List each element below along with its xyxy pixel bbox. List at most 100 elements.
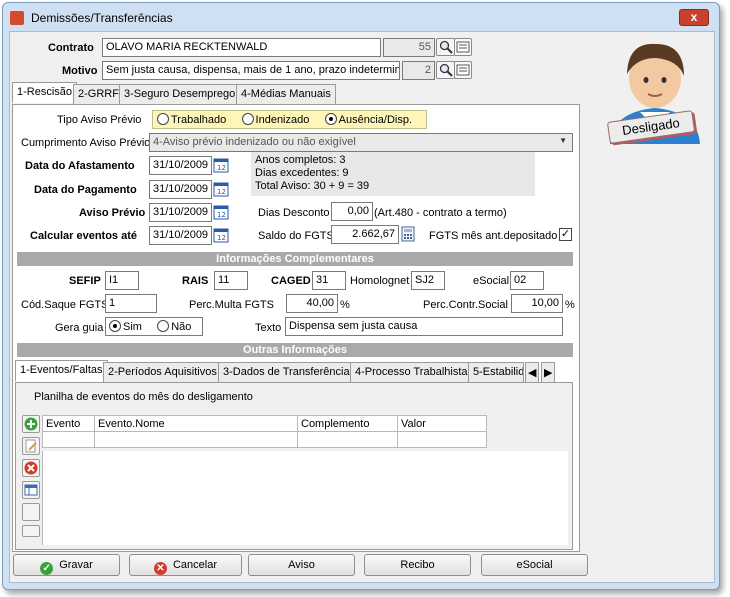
saldo-fgts-field[interactable]: 2.662,67 <box>331 225 399 244</box>
table-row[interactable] <box>42 431 487 448</box>
col-evento-nome[interactable]: Evento.Nome <box>94 415 298 432</box>
sefip-label: SEFIP <box>69 275 101 287</box>
list-icon[interactable] <box>454 61 472 79</box>
radio-sim[interactable]: Sim <box>109 320 142 333</box>
dialog-window: Demissões/Transferências x Contrato OLAV… <box>2 2 720 590</box>
contrato-field[interactable]: OLAVO MARIA RECKTENWALD <box>102 38 381 57</box>
contrato-label: Contrato <box>48 42 94 54</box>
cell-evento-nome[interactable] <box>94 431 298 448</box>
grid-icon[interactable] <box>22 525 40 537</box>
info-comp-section-title: Informações Complementares <box>17 252 573 266</box>
app-icon <box>10 11 24 25</box>
perc-multa-unit: % <box>340 299 350 311</box>
perc-multa-field[interactable]: 40,00 <box>286 294 338 313</box>
radio-nao[interactable]: Não <box>157 320 191 333</box>
caged-field[interactable]: 31 <box>312 271 346 290</box>
calculator-icon[interactable] <box>400 226 416 242</box>
title-bar: Demissões/Transferências x <box>3 3 719 31</box>
tab-medias-manuais[interactable]: 4-Médias Manuais <box>236 84 336 104</box>
cancelar-button[interactable]: ✕ Cancelar <box>129 554 242 576</box>
tab-dados-transferencia[interactable]: 3-Dados de Transferência <box>218 362 355 382</box>
cell-evento[interactable] <box>42 431 95 448</box>
cumprimento-select[interactable]: 4-Aviso prévio indenizado ou não exigíve… <box>149 133 573 152</box>
fgts-mes-checkbox[interactable]: ✓ <box>559 228 572 241</box>
outras-tabbar: 1-Eventos/Faltas 2-Períodos Aquisitivos … <box>15 360 575 382</box>
tab-processo-trabalhista[interactable]: 4-Processo Trabalhista <box>350 362 473 382</box>
radio-trabalhado[interactable]: Trabalhado <box>157 113 226 126</box>
contrato-code-field[interactable]: 55 <box>383 38 435 57</box>
blank-icon[interactable] <box>22 503 40 521</box>
texto-label: Texto <box>255 322 282 334</box>
recibo-button[interactable]: Recibo <box>364 554 471 576</box>
esocial-field[interactable]: 02 <box>510 271 544 290</box>
avatar: Desligado <box>600 32 710 172</box>
motivo-code-field[interactable]: 2 <box>402 61 435 80</box>
perc-contr-unit: % <box>565 299 575 311</box>
grid-insert-icon[interactable] <box>22 481 40 499</box>
motivo-field[interactable]: Sem justa causa, dispensa, mais de 1 ano… <box>102 61 400 80</box>
table-empty-area <box>42 451 568 545</box>
client-area: Contrato OLAVO MARIA RECKTENWALD 55 Moti… <box>9 31 715 583</box>
data-pagamento-label: Data do Pagamento <box>34 184 137 196</box>
cell-valor[interactable] <box>397 431 487 448</box>
tab-scroll-right[interactable]: ▶ <box>541 362 555 382</box>
col-evento[interactable]: Evento <box>42 415 95 432</box>
sefip-field[interactable]: I1 <box>105 271 139 290</box>
window-title: Demissões/Transferências <box>31 11 173 25</box>
cumprimento-label: Cumprimento Aviso Prévio <box>21 137 151 149</box>
outras-section-title: Outras Informações <box>17 343 573 357</box>
aviso-button[interactable]: Aviso <box>248 554 355 576</box>
tab-rescisao[interactable]: 1-Rescisão <box>12 82 78 103</box>
svg-text:12: 12 <box>217 164 226 172</box>
anos-completos-text: Anos completos: 3 <box>255 154 346 166</box>
eventos-table: Evento Evento.Nome Complemento Valor <box>42 415 487 448</box>
tab-scroll-left[interactable]: ◀ <box>525 362 539 382</box>
radio-indenizado[interactable]: Indenizado <box>241 113 309 126</box>
dias-desconto-field[interactable]: 0,00 <box>331 202 373 221</box>
rais-field[interactable]: 11 <box>214 271 248 290</box>
delete-icon[interactable] <box>22 459 40 477</box>
esocial-button[interactable]: eSocial <box>481 554 588 576</box>
list-icon[interactable] <box>454 38 472 56</box>
data-pagamento-field[interactable]: 31/10/2009 <box>149 180 212 199</box>
cell-complemento[interactable] <box>297 431 398 448</box>
radio-ausencia[interactable]: Ausência/Disp. <box>324 113 412 126</box>
rais-label: RAIS <box>182 275 209 287</box>
edit-icon[interactable] <box>22 437 40 455</box>
search-icon[interactable] <box>436 38 455 56</box>
calendar-icon[interactable]: 12 <box>213 204 229 220</box>
gravar-button[interactable]: ✓ Gravar <box>13 554 120 576</box>
tab-seguro-desemprego[interactable]: 3-Seguro Desemprego <box>119 84 241 104</box>
homolognet-field[interactable]: SJ2 <box>411 271 445 290</box>
gera-guia-label: Gera guia <box>55 322 104 334</box>
tab-estabilidade[interactable]: 5-Estabilid <box>468 362 524 382</box>
gera-guia-group: Sim Não <box>105 317 203 336</box>
add-icon[interactable] <box>22 415 40 433</box>
esocial-label: eSocial <box>473 275 510 287</box>
tab-eventos-faltas[interactable]: 1-Eventos/Faltas <box>15 360 108 381</box>
calendar-icon[interactable]: 12 <box>213 181 229 197</box>
perc-multa-label: Perc.Multa FGTS <box>189 299 274 311</box>
close-button[interactable]: x <box>679 9 709 26</box>
cod-saque-field[interactable]: 1 <box>105 294 157 313</box>
data-afastamento-field[interactable]: 31/10/2009 <box>149 156 212 175</box>
table-header-row: Evento Evento.Nome Complemento Valor <box>42 415 487 432</box>
perc-contr-field[interactable]: 10,00 <box>511 294 563 313</box>
fgts-mes-label: FGTS mês ant.depositado <box>429 230 558 242</box>
dias-desconto-label: Dias Desconto <box>258 207 330 219</box>
aviso-previo-label: Aviso Prévio <box>79 207 146 219</box>
tab-grrf[interactable]: 2-GRRF <box>73 84 124 104</box>
aviso-previo-field[interactable]: 31/10/2009 <box>149 203 212 222</box>
search-icon[interactable] <box>436 61 455 79</box>
col-valor[interactable]: Valor <box>397 415 487 432</box>
tab-periodos-aquisitivos[interactable]: 2-Períodos Aquisitivos <box>103 362 222 382</box>
svg-text:12: 12 <box>217 234 226 242</box>
motivo-label: Motivo <box>62 65 98 77</box>
calendar-icon[interactable]: 12 <box>213 157 229 173</box>
dias-excedentes-text: Dias excedentes: 9 <box>255 167 349 179</box>
calendar-icon[interactable]: 12 <box>213 227 229 243</box>
saldo-fgts-label: Saldo do FGTS <box>258 230 334 242</box>
col-complemento[interactable]: Complemento <box>297 415 398 432</box>
calcular-field[interactable]: 31/10/2009 <box>149 226 212 245</box>
texto-field[interactable]: Dispensa sem justa causa <box>285 317 563 336</box>
